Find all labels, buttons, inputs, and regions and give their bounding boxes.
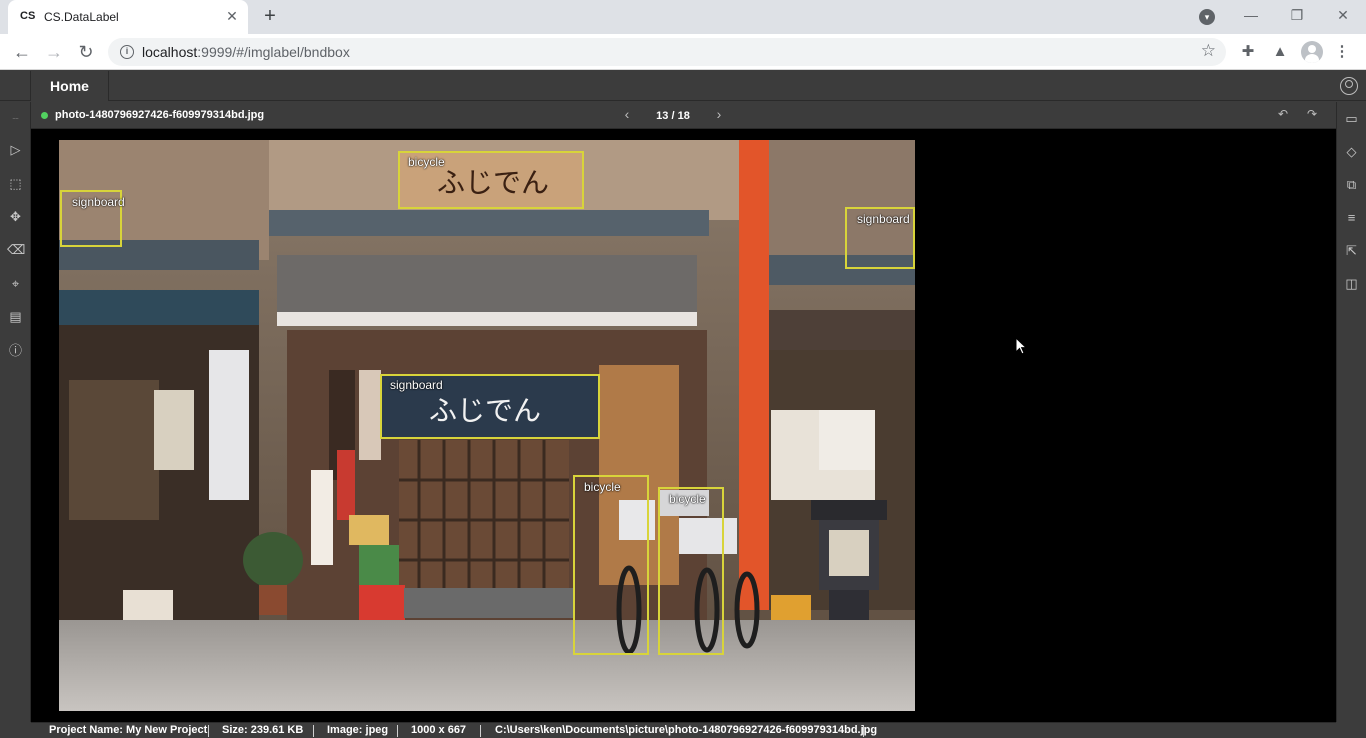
street-photo: ふじでん ふじでん bicycle signboard signboard si… — [59, 140, 915, 711]
bbox-label: bicycle — [584, 480, 621, 494]
bbox-label: signboard — [72, 195, 125, 209]
file-bar: photo-1480796927426-f609979314bd.jpg ‹ 1… — [31, 102, 1336, 129]
status-bar: Project Name: My New Project Size: 239.6… — [31, 722, 1336, 738]
tab-search-icon[interactable]: ▾ — [1199, 9, 1215, 25]
save-icon[interactable]: ▤ — [7, 308, 24, 325]
browser-menu-icon[interactable]: ⋮ — [1332, 42, 1352, 62]
rectangle-tool-icon[interactable]: ⬚ — [7, 175, 24, 192]
extensions-puzzle-icon[interactable]: ✚ — [1238, 42, 1258, 62]
rail-divider-icon: ┈ — [12, 114, 19, 125]
app-header: Home — [0, 71, 1366, 101]
tab-title: CS.DataLabel — [44, 10, 119, 24]
undo-icon[interactable]: ↶ — [1276, 107, 1290, 121]
bbox-annotation[interactable]: signboard — [845, 207, 915, 269]
redo-icon[interactable]: ↷ — [1305, 107, 1319, 121]
address-url[interactable]: localhost:9999/#/imglabel/bndbox — [142, 44, 350, 60]
window-close-icon[interactable]: ✕ — [1320, 4, 1366, 26]
status-size: Size: 239.61 KB — [222, 724, 304, 736]
crosshair-tool-icon[interactable]: ⌖ — [7, 275, 24, 292]
minimize-icon[interactable]: — — [1228, 4, 1274, 26]
select-pointer-icon[interactable]: ▷ — [7, 141, 24, 158]
home-tab[interactable]: Home — [31, 71, 109, 101]
tool-rail: ┈ ▷ ⬚ ✥ ⌫ ⌖ ▤ ⓘ — [0, 102, 31, 722]
profile-avatar-icon[interactable] — [1301, 41, 1323, 63]
status-path: C:\Users\ken\Documents\picture\photo-148… — [495, 724, 878, 736]
labs-flask-icon[interactable]: ▲ — [1270, 42, 1290, 62]
pager-indicator: 13 / 18 — [656, 110, 690, 122]
browser-tab[interactable]: CS CS.DataLabel ✕ — [8, 0, 248, 34]
back-icon[interactable]: ← — [10, 40, 34, 64]
tab-close-icon[interactable]: ✕ — [224, 8, 240, 24]
mouse-pointer-icon — [1015, 337, 1027, 355]
tag-icon[interactable]: ◇ — [1343, 143, 1360, 160]
browser-tabstrip: CS CS.DataLabel ✕ + ▾ — ❐ ✕ — [0, 0, 1366, 34]
bbox-annotation[interactable]: bicycle — [658, 487, 724, 655]
new-tab-icon[interactable]: + — [258, 5, 282, 29]
bbox-annotation[interactable]: signboard — [60, 190, 125, 247]
eraser-tool-icon[interactable]: ⌫ — [7, 241, 25, 258]
file-status-dot — [41, 112, 48, 119]
address-bar[interactable]: i localhost:9999/#/imglabel/bndbox ☆ — [108, 38, 1226, 66]
site-info-icon[interactable]: i — [120, 45, 134, 59]
status-divider — [397, 725, 398, 737]
url-host: localhost — [142, 44, 198, 60]
next-image-icon[interactable]: › — [712, 106, 726, 122]
right-rail: ▭ ◇ ⧉ ≡ ⇱ ◫ — [1336, 102, 1366, 722]
tab-favicon: CS — [20, 10, 36, 22]
user-account-icon[interactable] — [1340, 77, 1358, 95]
layers-icon[interactable]: ⧉ — [1343, 176, 1360, 193]
bbox-annotation[interactable]: bicycle — [573, 475, 649, 655]
status-divider — [480, 725, 481, 737]
url-path: :9999/#/imglabel/bndbox — [197, 44, 350, 60]
status-project: Project Name: My New Project — [49, 724, 208, 736]
app-root: Home ┈ ▷ ⬚ ✥ ⌫ ⌖ ▤ ⓘ ▭ ◇ ⧉ ≡ ⇱ ◫ photo-1… — [0, 71, 1366, 738]
status-image-type: Image: jpeg — [327, 724, 389, 736]
bbox-annotation[interactable]: bicycle — [398, 151, 584, 209]
info-icon[interactable]: ⓘ — [7, 342, 24, 359]
forward-icon[interactable]: → — [42, 40, 66, 64]
app-logo-slot — [0, 71, 31, 101]
folder-icon[interactable]: ▭ — [1343, 110, 1360, 127]
align-icon[interactable]: ≡ — [1343, 209, 1360, 226]
bbox-label: bicycle — [408, 155, 445, 169]
status-dimensions: 1000 x 667 — [411, 724, 467, 736]
bbox-annotation[interactable]: signboard — [380, 374, 600, 439]
bookmark-star-icon[interactable]: ☆ — [1201, 41, 1216, 61]
prev-image-icon[interactable]: ‹ — [620, 106, 634, 122]
status-divider — [863, 725, 864, 737]
reload-icon[interactable]: ↻ — [74, 40, 98, 64]
file-name: photo-1480796927426-f609979314bd.jpg — [55, 109, 265, 121]
bbox-label: signboard — [390, 378, 443, 392]
bbox-label: bicycle — [669, 492, 706, 506]
annotation-canvas[interactable]: ふじでん ふじでん bicycle signboard signboard si… — [31, 129, 1336, 722]
restore-icon[interactable]: ❐ — [1274, 4, 1320, 26]
bbox-label: signboard — [857, 212, 910, 226]
image-settings-icon[interactable]: ◫ — [1343, 275, 1360, 292]
move-tool-icon[interactable]: ✥ — [7, 208, 24, 225]
status-divider — [313, 725, 314, 737]
export-icon[interactable]: ⇱ — [1343, 242, 1360, 259]
status-divider — [208, 725, 209, 737]
browser-toolbar: ← → ↻ i localhost:9999/#/imglabel/bndbox… — [0, 34, 1366, 70]
